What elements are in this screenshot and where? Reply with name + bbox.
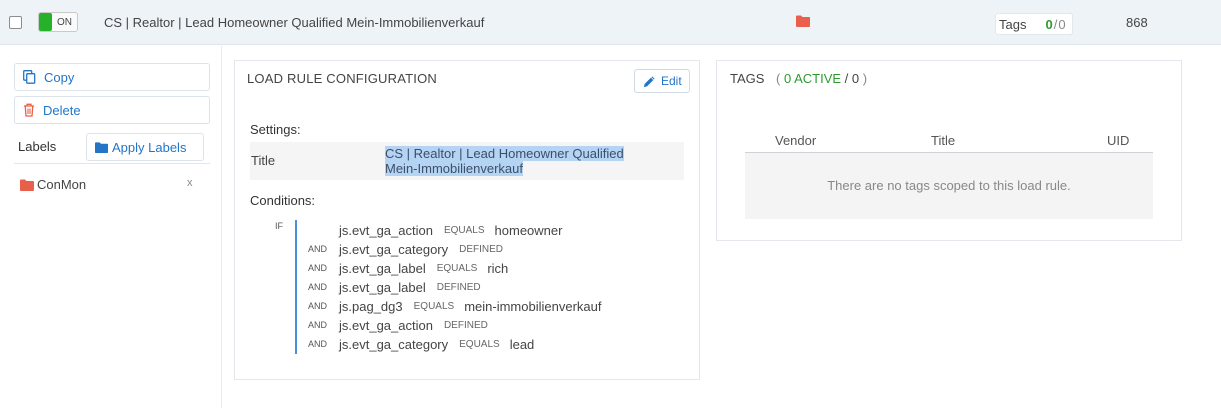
folder-icon	[95, 141, 108, 153]
condition-join: AND	[308, 339, 328, 349]
sidebar-divider	[14, 163, 210, 164]
empty-tags-message: There are no tags scoped to this load ru…	[745, 153, 1153, 219]
tags-label: Tags	[999, 16, 1027, 32]
condition-row: js.evt_ga_action EQUALS homeowner	[308, 221, 562, 239]
pencil-icon	[644, 75, 655, 87]
condition-operator: DEFINED	[443, 319, 488, 331]
count-open-paren: (	[776, 71, 781, 86]
edit-button[interactable]: Edit	[634, 69, 690, 93]
tags-separator: /	[1053, 16, 1058, 32]
settings-heading: Settings:	[250, 122, 301, 137]
condition-variable: js.evt_ga_action	[339, 317, 433, 333]
condition-row: AND js.pag_dg3 EQUALS mein-immobilienver…	[308, 297, 601, 315]
condition-operator: EQUALS	[459, 338, 500, 350]
condition-operator: DEFINED	[436, 281, 481, 293]
labels-heading: Labels	[18, 139, 57, 154]
apply-labels-button[interactable]: Apply Labels	[86, 133, 204, 161]
label-name: ConMon	[37, 177, 87, 192]
copy-button[interactable]: Copy	[14, 63, 210, 91]
tags-heading: TAGS	[730, 71, 765, 86]
condition-row: AND js.evt_ga_category EQUALS lead	[308, 335, 534, 353]
tags-total-label: 0	[851, 71, 860, 86]
toggle-label: ON	[57, 16, 72, 28]
tags-active-label: 0 ACTIVE	[783, 71, 842, 86]
condition-join: AND	[308, 320, 328, 330]
condition-variable: js.pag_dg3	[339, 298, 403, 314]
condition-join: AND	[308, 263, 328, 273]
delete-label: Delete	[43, 102, 81, 118]
condition-join: AND	[308, 244, 328, 254]
condition-row: AND js.evt_ga_category DEFINED	[308, 240, 513, 258]
row-select-checkbox[interactable]	[9, 16, 22, 29]
condition-variable: js.evt_ga_label	[339, 279, 426, 295]
label-item-conmon[interactable]: ConMon	[20, 177, 86, 192]
tags-active-summary: ( 0 ACTIVE / 0 )	[776, 71, 867, 86]
column-header-title[interactable]: Title	[931, 133, 955, 148]
condition-value: rich	[487, 260, 509, 276]
copy-icon	[23, 70, 36, 84]
labels-section: Labels Apply Labels	[18, 133, 210, 163]
condition-row: AND js.evt_ga_label DEFINED	[308, 278, 491, 296]
title-label: Title	[251, 153, 276, 168]
condition-variable: js.evt_ga_label	[339, 260, 426, 276]
column-header-vendor[interactable]: Vendor	[775, 133, 816, 148]
condition-operator: EQUALS	[413, 300, 455, 312]
label-remove-button[interactable]: x	[187, 177, 193, 189]
if-label: IF	[275, 221, 283, 231]
edit-label: Edit	[661, 74, 682, 88]
condition-value: homeowner	[494, 222, 563, 238]
count-separator: /	[844, 71, 849, 86]
folder-icon	[20, 179, 34, 191]
rule-id: 868	[1126, 15, 1148, 30]
condition-variable: js.evt_ga_category	[339, 336, 449, 352]
delete-button[interactable]: Delete	[14, 96, 210, 124]
condition-row: AND js.evt_ga_label EQUALS rich	[308, 259, 508, 277]
tags-total-count: 0	[1058, 16, 1066, 32]
config-heading: LOAD RULE CONFIGURATION	[247, 71, 437, 86]
tags-count-badge: Tags 0 / 0	[995, 13, 1073, 35]
trash-icon	[24, 103, 34, 117]
condition-join: AND	[308, 301, 328, 311]
condition-value: mein-immobilienverkauf	[464, 298, 602, 314]
condition-variable: js.evt_ga_action	[339, 222, 433, 238]
condition-operator: EQUALS	[443, 224, 485, 236]
apply-labels-label: Apply Labels	[112, 139, 187, 155]
condition-variable: js.evt_ga_category	[339, 241, 449, 257]
condition-row: AND js.evt_ga_action DEFINED	[308, 316, 498, 334]
count-close-paren: )	[862, 71, 868, 86]
folder-icon	[796, 15, 810, 27]
rule-name[interactable]: CS | Realtor | Lead Homeowner Qualified …	[104, 15, 484, 30]
column-header-uid[interactable]: UID	[1107, 133, 1129, 148]
conditions-group-bar	[295, 220, 297, 354]
condition-value: lead	[509, 336, 535, 352]
title-value[interactable]: CS | Realtor | Lead Homeowner Qualified …	[385, 146, 635, 176]
copy-label: Copy	[44, 69, 75, 85]
load-rule-row[interactable]: ON CS | Realtor | Lead Homeowner Qualifi…	[0, 0, 1221, 45]
sidebar-border	[221, 46, 222, 408]
condition-join: AND	[308, 282, 328, 292]
condition-operator: DEFINED	[459, 243, 504, 255]
title-value-text: CS | Realtor | Lead Homeowner Qualified …	[385, 146, 624, 176]
condition-operator: EQUALS	[436, 262, 478, 274]
conditions-heading: Conditions:	[250, 193, 316, 208]
tags-active-count: 0	[1045, 16, 1053, 32]
rule-status-toggle[interactable]: ON	[38, 12, 78, 32]
toggle-knob	[39, 13, 52, 31]
